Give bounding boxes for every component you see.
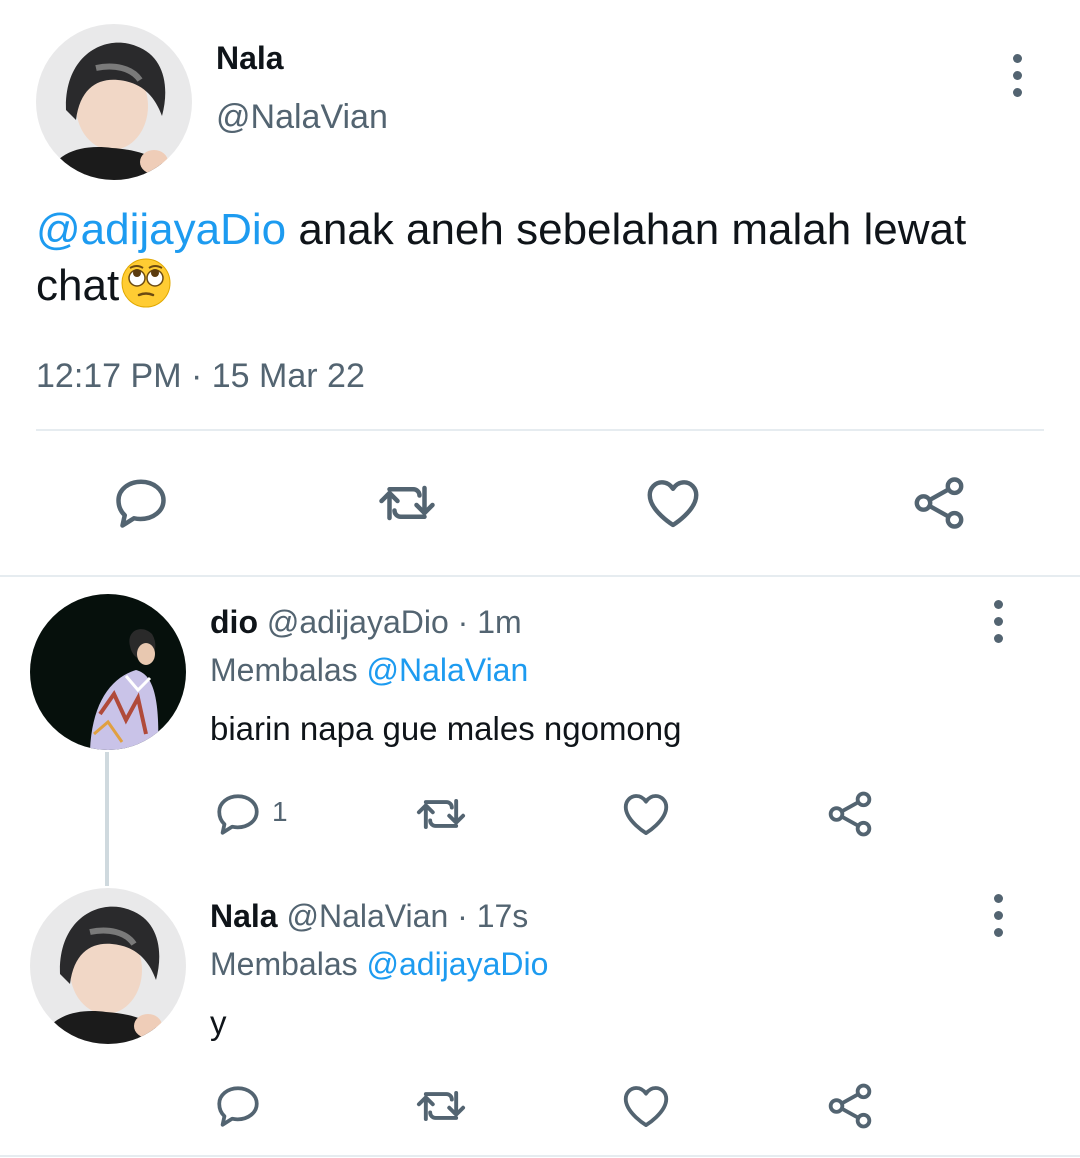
- share-icon: [828, 791, 872, 837]
- avatar[interactable]: [30, 888, 186, 1044]
- header-separator: ·: [457, 604, 469, 640]
- retweet-icon: [379, 485, 435, 521]
- more-vertical-icon[interactable]: [1005, 45, 1029, 105]
- reply-icon: [217, 1086, 259, 1127]
- tweet-time: 12:17 PM: [36, 357, 182, 395]
- like-button[interactable]: [618, 1078, 674, 1134]
- tweet-timestamp[interactable]: 12:17 PM · 15 Mar 22: [36, 356, 365, 396]
- reply-button[interactable]: [108, 470, 174, 536]
- reply-header: dio @adijayaDio · 1m: [210, 602, 522, 642]
- heart-icon: [647, 480, 699, 528]
- tweet-text: @adijayaDio anak aneh sebelahan malah le…: [36, 202, 1046, 314]
- tweet-date: 15 Mar 22: [211, 357, 365, 395]
- share-icon: [828, 1083, 872, 1129]
- tweet-text: biarin napa gue males ngomong: [210, 710, 682, 747]
- display-name[interactable]: Nala: [210, 898, 278, 934]
- retweet-button[interactable]: [410, 786, 472, 842]
- replying-to: Membalas @adijayaDio: [210, 944, 548, 984]
- heart-icon: [623, 794, 669, 836]
- avatar[interactable]: [30, 594, 186, 750]
- retweet-button[interactable]: [372, 470, 442, 536]
- more-vertical-icon[interactable]: [986, 591, 1010, 651]
- timestamp-separator: ·: [190, 357, 203, 395]
- heart-icon: [623, 1086, 669, 1128]
- reply-button[interactable]: [210, 1078, 266, 1134]
- share-button[interactable]: [822, 1078, 878, 1134]
- section-divider: [0, 575, 1080, 577]
- mention-link[interactable]: @adijayaDio: [36, 205, 286, 254]
- reply-icon: [116, 479, 166, 528]
- retweet-icon: [416, 799, 466, 829]
- display-name[interactable]: dio: [210, 604, 258, 640]
- share-icon: [914, 477, 964, 529]
- reply-icon: [217, 794, 259, 835]
- thread-connector: [105, 752, 109, 886]
- like-button[interactable]: [640, 470, 706, 536]
- divider: [36, 429, 1044, 431]
- section-divider: [0, 1155, 1080, 1157]
- retweet-icon: [416, 1091, 466, 1121]
- handle[interactable]: @NalaVian: [286, 898, 448, 934]
- replying-to: Membalas @NalaVian: [210, 650, 528, 690]
- share-button[interactable]: [822, 786, 878, 842]
- tweet-text: y: [210, 1004, 227, 1041]
- avatar[interactable]: [36, 24, 192, 180]
- header-separator: ·: [457, 898, 468, 934]
- face-with-rolling-eyes-icon: [119, 258, 173, 308]
- reply-header: Nala @NalaVian · 17s: [210, 896, 528, 936]
- replying-prefix: Membalas: [210, 946, 367, 982]
- tweet-age[interactable]: 17s: [477, 898, 529, 934]
- reply-button[interactable]: [210, 786, 266, 842]
- tweet-age[interactable]: 1m: [477, 604, 521, 640]
- more-vertical-icon[interactable]: [986, 885, 1010, 945]
- handle[interactable]: @NalaVian: [216, 96, 388, 138]
- handle[interactable]: @adijayaDio: [267, 604, 449, 640]
- replying-to-link[interactable]: @adijayaDio: [367, 946, 549, 982]
- replying-to-link[interactable]: @NalaVian: [367, 652, 529, 688]
- reply-count: 1: [272, 796, 288, 827]
- replying-prefix: Membalas: [210, 652, 367, 688]
- display-name[interactable]: Nala: [216, 38, 284, 78]
- share-button[interactable]: [906, 470, 972, 536]
- retweet-button[interactable]: [410, 1078, 472, 1134]
- like-button[interactable]: [618, 786, 674, 842]
